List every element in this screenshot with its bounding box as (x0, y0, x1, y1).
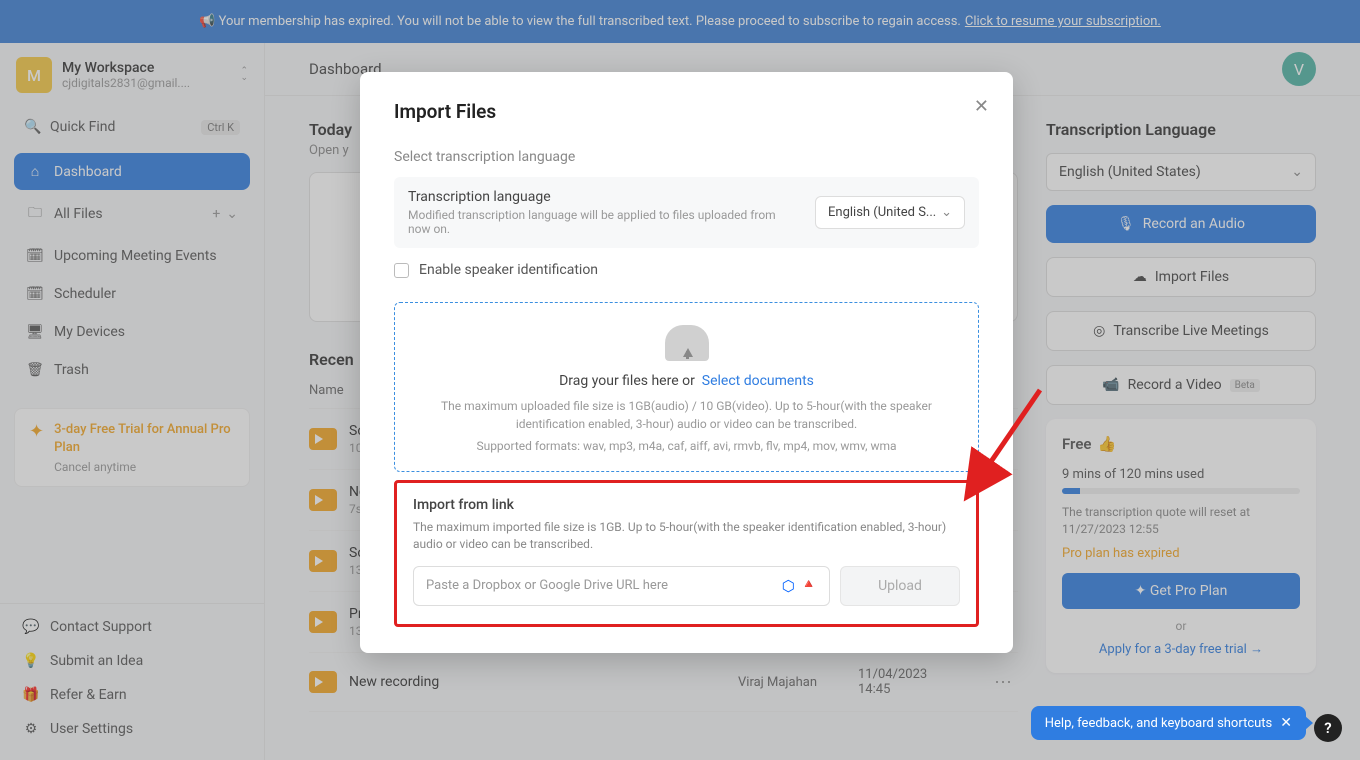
checkbox-label: Enable speaker identification (419, 262, 598, 278)
speaker-id-checkbox[interactable]: Enable speaker identification (394, 262, 979, 278)
link-url-input[interactable]: Paste a Dropbox or Google Drive URL here… (413, 566, 830, 606)
close-icon[interactable]: ✕ (1280, 715, 1292, 731)
help-text: Help, feedback, and keyboard shortcuts (1045, 716, 1273, 731)
import-files-modal: Import Files ✕ Select transcription lang… (360, 72, 1013, 653)
import-link-title: Import from link (413, 497, 960, 513)
help-tooltip[interactable]: Help, feedback, and keyboard shortcuts ✕ (1031, 706, 1306, 740)
import-link-desc: The maximum imported file size is 1GB. U… (413, 519, 960, 554)
select-documents-link[interactable]: Select documents (702, 373, 814, 389)
help-button[interactable]: ? (1314, 714, 1342, 742)
modal-title: Import Files (394, 100, 979, 123)
file-dropzone[interactable]: Drag your files here or Select documents… (394, 302, 979, 472)
dropzone-text: Drag your files here or Select documents (413, 373, 960, 389)
import-from-link-highlight: Import from link The maximum imported fi… (394, 480, 979, 627)
google-drive-icon: 🔺 (801, 577, 817, 595)
link-placeholder: Paste a Dropbox or Google Drive URL here (426, 578, 668, 593)
upload-button[interactable]: Upload (840, 566, 960, 606)
dropzone-size-desc: The maximum uploaded file size is 1GB(au… (413, 397, 960, 433)
lang-desc: Modified transcription language will be … (408, 208, 801, 236)
close-icon[interactable]: ✕ (974, 96, 989, 117)
transcription-language-row: Transcription language Modified transcri… (394, 177, 979, 248)
dropbox-icon: ⬡ (782, 577, 795, 595)
dz-prefix: Drag your files here or (559, 373, 695, 389)
select-lang-label: Select transcription language (394, 149, 979, 165)
lang-label: Transcription language (408, 189, 801, 205)
upload-cloud-icon (665, 325, 709, 361)
dropzone-formats: Supported formats: wav, mp3, m4a, caf, a… (413, 439, 960, 453)
modal-language-select[interactable]: English (United S... (815, 196, 965, 229)
checkbox-icon[interactable] (394, 263, 409, 278)
